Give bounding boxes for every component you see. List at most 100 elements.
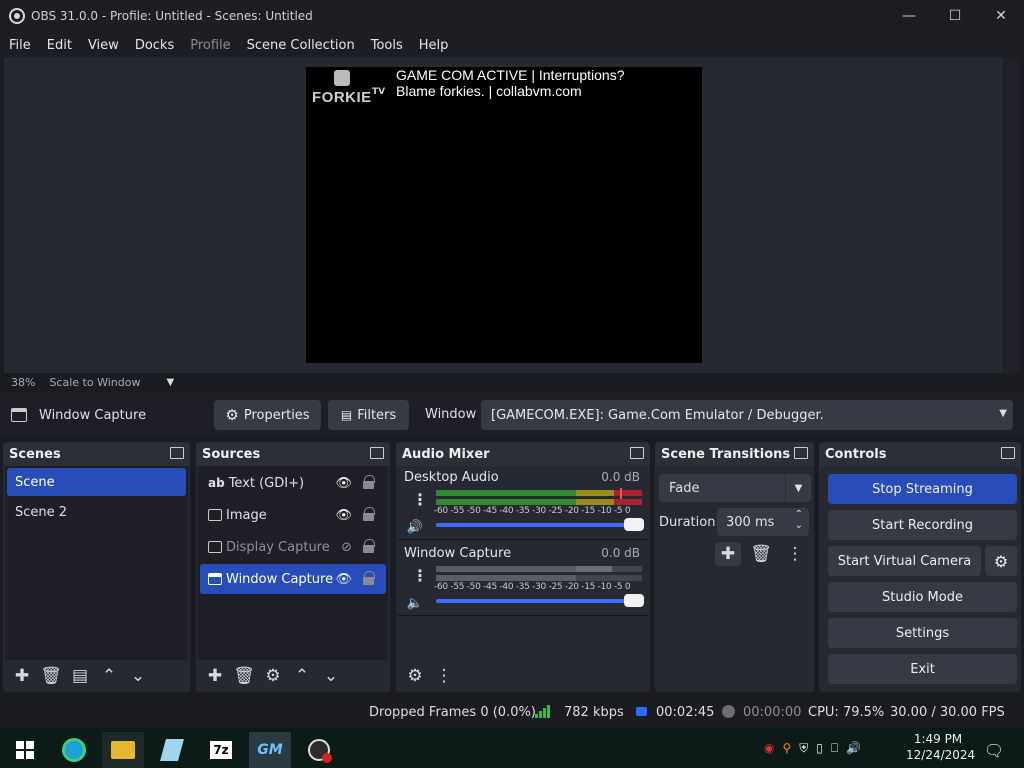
source-item[interactable]: Display Capture ⊘ bbox=[200, 532, 386, 562]
slider-handle[interactable] bbox=[624, 594, 644, 607]
duration-spinbox[interactable]: 300 ms ⌃ ⌄ bbox=[717, 508, 809, 536]
slider-handle[interactable] bbox=[624, 518, 644, 531]
kebab-menu-icon[interactable]: ⋮ bbox=[412, 490, 428, 509]
volume-slider[interactable] bbox=[436, 594, 644, 607]
7zip-icon[interactable]: 7z bbox=[200, 732, 242, 768]
scene-item[interactable]: Scene 2 bbox=[7, 498, 186, 526]
menu-edit[interactable]: Edit bbox=[47, 38, 72, 53]
speaker-muted-icon[interactable]: 🔈 bbox=[406, 595, 424, 611]
menu-profile[interactable]: Profile bbox=[190, 38, 230, 53]
edge-browser-icon[interactable] bbox=[53, 732, 95, 768]
scene-filters-icon[interactable]: ▤ bbox=[67, 664, 93, 688]
obs-taskbar-icon[interactable] bbox=[298, 732, 340, 768]
volume-meter bbox=[436, 575, 642, 581]
sources-dock: Sources ab Text (GDI+) 👁 Image 👁 Display… bbox=[196, 442, 390, 692]
properties-button[interactable]: ⚙ Properties bbox=[214, 400, 321, 430]
minimize-button[interactable]: — bbox=[886, 0, 932, 32]
spin-down-icon[interactable]: ⌄ bbox=[795, 520, 803, 531]
visibility-eye-icon[interactable]: 👁 bbox=[335, 508, 352, 523]
window-capture-icon bbox=[11, 408, 27, 422]
close-button[interactable]: ✕ bbox=[978, 0, 1024, 32]
kebab-menu-icon[interactable]: ⋮ bbox=[431, 664, 457, 688]
file-explorer-icon[interactable] bbox=[102, 732, 144, 768]
menu-docks[interactable]: Docks bbox=[135, 38, 174, 53]
display-source-icon bbox=[208, 541, 222, 553]
undock-icon[interactable] bbox=[370, 447, 384, 459]
advanced-audio-gear-icon[interactable]: ⚙ bbox=[402, 664, 428, 688]
move-down-icon[interactable]: ⌄ bbox=[318, 664, 344, 688]
search-tray-icon[interactable]: ⚲ bbox=[782, 741, 791, 755]
exit-button[interactable]: Exit bbox=[828, 654, 1017, 684]
virtual-camera-settings-gear-icon[interactable]: ⚙ bbox=[985, 546, 1017, 576]
gamecom-emulator-icon[interactable]: GM bbox=[249, 732, 291, 768]
trash-icon[interactable]: 🗑 bbox=[748, 542, 774, 566]
source-item[interactable]: ab Text (GDI+) 👁 bbox=[200, 468, 386, 498]
volume-slider[interactable] bbox=[436, 518, 644, 531]
scene-item[interactable]: Scene bbox=[7, 468, 186, 496]
bitrate: 782 kbps bbox=[564, 704, 624, 720]
trash-icon[interactable]: 🗑 bbox=[38, 664, 64, 688]
transitions-title: Scene Transitions bbox=[661, 446, 791, 462]
preview-overlay-text: GAME COM ACTIVE | Interruptions? Blame f… bbox=[396, 67, 625, 99]
scale-mode[interactable]: Scale to Window bbox=[49, 376, 140, 389]
undock-icon[interactable] bbox=[170, 447, 184, 459]
menu-scene-collection[interactable]: Scene Collection bbox=[247, 38, 355, 53]
visibility-eye-icon[interactable]: 👁 bbox=[335, 476, 352, 491]
stop-streaming-button[interactable]: Stop Streaming bbox=[828, 474, 1017, 504]
undock-icon[interactable] bbox=[1001, 447, 1015, 459]
usb-device-icon[interactable]: ▯ bbox=[816, 741, 823, 755]
zoom-percent: 38% bbox=[11, 375, 36, 389]
add-scene-icon[interactable]: ✚ bbox=[9, 664, 35, 688]
filters-button[interactable]: ▤ Filters bbox=[328, 400, 409, 430]
window-label: Window bbox=[425, 407, 477, 422]
kebab-menu-icon[interactable]: ⋮ bbox=[412, 566, 428, 585]
undock-icon[interactable] bbox=[794, 447, 808, 459]
preview-canvas[interactable] bbox=[306, 67, 702, 363]
volume-icon[interactable]: 🔊 bbox=[846, 741, 861, 755]
network-icon[interactable]: ⎕ bbox=[831, 741, 838, 756]
lock-icon[interactable] bbox=[363, 571, 375, 585]
lock-icon[interactable] bbox=[363, 507, 375, 521]
maximize-button[interactable]: ☐ bbox=[932, 0, 978, 32]
start-virtual-camera-button[interactable]: Start Virtual Camera bbox=[828, 546, 981, 576]
menu-help[interactable]: Help bbox=[419, 38, 449, 53]
notification-icon[interactable]: 🗨 bbox=[976, 732, 1012, 768]
window-select[interactable]: [GAMECOM.EXE]: Game.Com Emulator / Debug… bbox=[481, 400, 1013, 430]
source-item[interactable]: Image 👁 bbox=[200, 500, 386, 530]
move-up-icon[interactable]: ⌃ bbox=[96, 664, 122, 688]
spin-up-icon[interactable]: ⌃ bbox=[795, 509, 803, 520]
lock-icon[interactable] bbox=[363, 539, 375, 553]
undock-icon[interactable] bbox=[630, 447, 644, 459]
visibility-eye-icon[interactable]: 👁 bbox=[335, 572, 352, 587]
settings-button[interactable]: Settings bbox=[828, 618, 1017, 648]
add-source-icon[interactable]: ✚ bbox=[202, 664, 228, 688]
menu-view[interactable]: View bbox=[88, 38, 119, 53]
notepad-icon[interactable] bbox=[151, 732, 193, 768]
speaker-icon[interactable]: 🔊 bbox=[406, 519, 424, 535]
move-down-icon[interactable]: ⌄ bbox=[125, 664, 151, 688]
trash-icon[interactable]: 🗑 bbox=[231, 664, 257, 688]
obs-tray-icon[interactable]: ◉ bbox=[764, 741, 774, 755]
chevron-down-icon: ▼ bbox=[785, 474, 811, 502]
system-tray: ◉ ⚲ ⛨ ▯ ⎕ 🔊 bbox=[764, 728, 869, 768]
kebab-menu-icon[interactable]: ⋮ bbox=[782, 542, 808, 566]
move-up-icon[interactable]: ⌃ bbox=[289, 664, 315, 688]
chevron-down-icon: ▼ bbox=[999, 408, 1007, 419]
security-shield-icon[interactable]: ⛨ bbox=[799, 741, 808, 756]
start-recording-button[interactable]: Start Recording bbox=[828, 510, 1017, 540]
studio-mode-button[interactable]: Studio Mode bbox=[828, 582, 1017, 612]
lock-icon[interactable] bbox=[363, 475, 375, 489]
add-transition-icon[interactable]: ✚ bbox=[715, 542, 741, 566]
menu-tools[interactable]: Tools bbox=[371, 38, 403, 53]
scale-dropdown-icon[interactable]: ▼ bbox=[166, 377, 174, 388]
clock[interactable]: 1:49 PM 12/24/2024 bbox=[906, 731, 975, 763]
menu-file[interactable]: File bbox=[9, 38, 31, 53]
audio-mixer-dock: Audio Mixer Desktop Audio 0.0 dB ⋮ -60 -… bbox=[396, 442, 650, 692]
source-item[interactable]: Window Capture 👁 bbox=[200, 564, 386, 594]
audio-channel: Window Capture 0.0 dB ⋮ -60 -55 -50 -45 … bbox=[398, 542, 648, 616]
visibility-hidden-icon[interactable]: ⊘ bbox=[341, 540, 352, 555]
gear-icon[interactable]: ⚙ bbox=[260, 664, 286, 688]
windows-start-icon[interactable] bbox=[4, 732, 46, 768]
transition-type-select[interactable]: Fade ▼ bbox=[659, 474, 811, 502]
preview-scrollbar[interactable] bbox=[1004, 58, 1020, 373]
